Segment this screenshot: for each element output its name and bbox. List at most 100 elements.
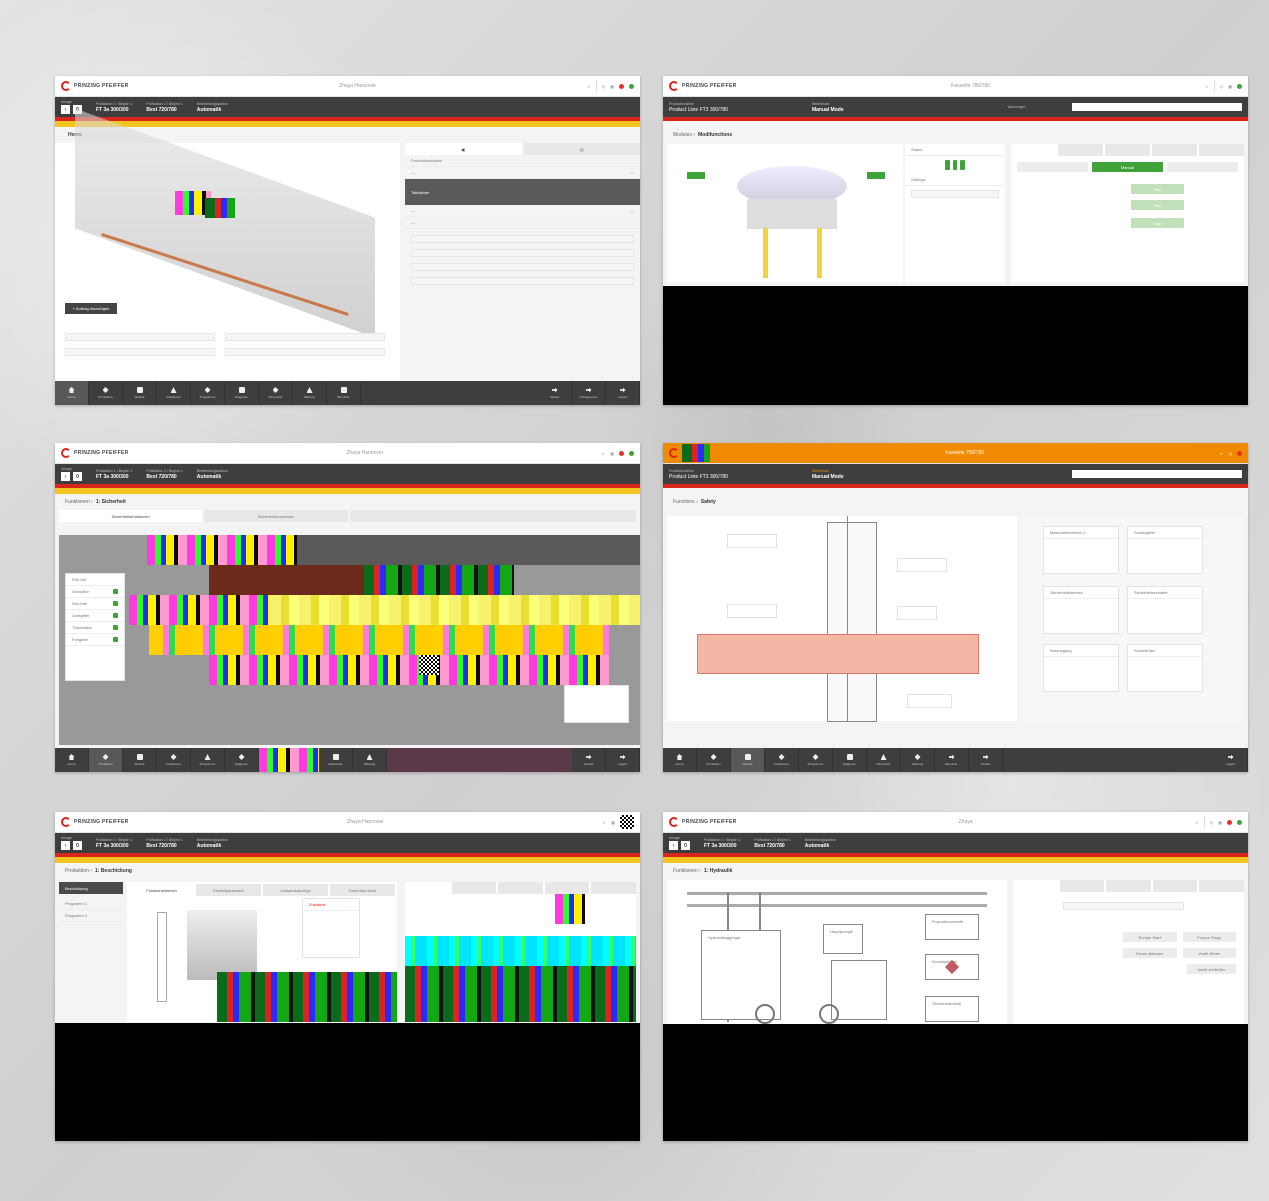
- nav-orders[interactable]: Auftragsverw.: [572, 381, 606, 405]
- tab-data[interactable]: Datenübersicht: [330, 884, 395, 896]
- nav-functions[interactable]: Funktionen: [157, 381, 191, 405]
- control-panel: Manual Start Start Start: [1011, 144, 1244, 282]
- sidebar-item-program-1[interactable]: Programm 1: [59, 898, 123, 910]
- arrow-left-icon[interactable]: [687, 172, 705, 179]
- layout-icon[interactable]: ▦: [1228, 84, 1232, 89]
- layout-icon[interactable]: ▦: [611, 820, 615, 825]
- nav-logout[interactable]: Logout: [606, 381, 640, 405]
- start-button-3[interactable]: Start: [1131, 218, 1184, 228]
- nav-maintenance[interactable]: Wartung: [901, 748, 935, 772]
- prev-button[interactable]: ‹: [61, 472, 70, 481]
- nav-diagnosis[interactable]: Diagnose: [225, 748, 259, 772]
- nav-programs[interactable]: Programme: [191, 748, 225, 772]
- tab-safety-proof[interactable]: Sicherheitsnachweis: [204, 510, 348, 522]
- safety-zone[interactable]: [697, 634, 979, 674]
- manual-button[interactable]: Manual: [1092, 162, 1163, 172]
- nav-programs[interactable]: Programme: [191, 381, 225, 405]
- layout-icon[interactable]: ▦: [610, 84, 614, 89]
- nav-functions[interactable]: Funktionen: [765, 748, 799, 772]
- start-button-2[interactable]: Start: [1131, 200, 1184, 210]
- tab-info[interactable]: ▣: [405, 143, 522, 155]
- nav-functions[interactable]: Funktionen: [157, 748, 191, 772]
- user-icon[interactable]: ☺: [1219, 451, 1223, 456]
- nav-production[interactable]: Produktion: [89, 748, 123, 772]
- start-button-1[interactable]: Start: [1131, 184, 1184, 194]
- nav-logout[interactable]: Logout: [1214, 748, 1248, 772]
- nav-home[interactable]: Home: [55, 381, 89, 405]
- prev-button[interactable]: ‹: [61, 105, 70, 114]
- nav-parameter[interactable]: Parameter: [319, 748, 353, 772]
- nav-modules[interactable]: Module: [123, 381, 157, 405]
- top-bar: PRINZING PFEIFFER Zhaya ☺ ◷ ▦: [663, 812, 1248, 833]
- add-order-button[interactable]: + Auftrag hinzufügen: [65, 303, 117, 314]
- tab-area[interactable]: Funktionsbereich: [129, 884, 194, 896]
- layout-icon[interactable]: ▦: [610, 451, 614, 456]
- nav-modules[interactable]: Module: [123, 748, 157, 772]
- user-icon[interactable]: ☺: [587, 84, 591, 89]
- sidebar-item-loading[interactable]: Beschickung: [59, 882, 123, 894]
- pump-symbol-icon: [755, 1004, 775, 1024]
- blacked-out-area: [55, 1023, 640, 1141]
- bottom-nav: Home Produktion Module Funktionen Progra…: [55, 381, 640, 405]
- user-icon[interactable]: ☺: [601, 451, 605, 456]
- breadcrumb: Functions › Safety: [673, 499, 716, 505]
- mode-box[interactable]: 0: [73, 472, 82, 481]
- loading-view[interactable]: Funktionsbereich Einstellparameter Zustand…: [127, 882, 397, 1022]
- nav-home[interactable]: Home: [663, 748, 697, 772]
- nav-programs[interactable]: Programme: [799, 748, 833, 772]
- pressure-release-button[interactable]: Druck abbauen: [1123, 948, 1177, 958]
- nav-home[interactable]: Home: [55, 748, 89, 772]
- user-icon[interactable]: ☺: [1205, 84, 1209, 89]
- hydraulic-schematic[interactable]: Hydraulikaggregat Hauptpumpe Proportiona…: [667, 880, 1007, 1024]
- alarm-indicator[interactable]: [619, 450, 624, 456]
- module-3d-view[interactable]: [667, 144, 903, 282]
- arrow-right-icon[interactable]: [867, 172, 885, 179]
- prev-button[interactable]: ‹: [61, 841, 70, 850]
- nav-users[interactable]: Benutzer: [327, 381, 361, 405]
- breadcrumb: Modules › Modifunctions: [673, 132, 733, 138]
- pump-stop-button[interactable]: Pumpe Stopp: [1182, 932, 1236, 942]
- nav-maintenance[interactable]: Wartung: [293, 381, 327, 405]
- mode-box[interactable]: 0: [73, 841, 82, 850]
- tab-safety-functions[interactable]: Sicherheitsfunktionen: [59, 510, 203, 522]
- nav-diagnosis[interactable]: Diagnose: [225, 381, 259, 405]
- program-sidebar: Beschickung Programm 1 Programm 2: [59, 882, 123, 1022]
- tab-data[interactable]: ▤: [523, 143, 640, 155]
- selected-row[interactable]: Taktzähler: [405, 179, 640, 205]
- machine-3d-view[interactable]: + Auftrag hinzufügen: [55, 108, 400, 381]
- nav-history[interactable]: Verlauf: [969, 748, 1003, 772]
- prev-button[interactable]: ‹: [669, 841, 678, 850]
- mode-box[interactable]: 0: [681, 841, 690, 850]
- nav-history[interactable]: Verlauf: [538, 381, 572, 405]
- alarm-indicator[interactable]: [1227, 819, 1232, 825]
- user-icon[interactable]: ☺: [1195, 820, 1199, 825]
- alarm-indicator[interactable]: [1237, 450, 1242, 456]
- nav-users[interactable]: Benutzer: [935, 748, 969, 772]
- valve-open-button[interactable]: Ventil öffnen: [1182, 948, 1236, 958]
- tab-settings[interactable]: Einstellparameter: [196, 884, 261, 896]
- tab-state[interactable]: Zustandsanzeige: [263, 884, 328, 896]
- nav-production[interactable]: Produktion: [697, 748, 731, 772]
- nav-diagnosis[interactable]: Diagnose: [833, 748, 867, 772]
- message-field[interactable]: [1072, 103, 1242, 111]
- brand-logo: PRINZING PFEIFFER: [61, 81, 129, 91]
- sidebar-item-program-2[interactable]: Programm 2: [59, 910, 123, 922]
- message-field[interactable]: [1072, 470, 1242, 478]
- top-bar: PRINZING PFEIFFER Zhaya Hannover ☺ ◷ ▦: [55, 76, 640, 97]
- pump-start-button[interactable]: Pumpe Start: [1123, 932, 1177, 942]
- nav-maintenance[interactable]: Wartung: [353, 748, 387, 772]
- layout-icon[interactable]: ▦: [1218, 820, 1222, 825]
- safety-diagram[interactable]: [667, 516, 1017, 722]
- clock-icon: ◷: [601, 83, 606, 89]
- status-indicator: [629, 450, 634, 456]
- nav-parameter[interactable]: Parameter: [259, 381, 293, 405]
- nav-modules[interactable]: Module: [731, 748, 765, 772]
- alarm-indicator[interactable]: [619, 83, 624, 89]
- valve-close-button[interactable]: Ventil schließen: [1187, 964, 1236, 974]
- nav-parameter[interactable]: Parameter: [867, 748, 901, 772]
- nav-logout[interactable]: Logout: [606, 748, 640, 772]
- nav-production[interactable]: Produktion: [89, 381, 123, 405]
- nav-history[interactable]: Verlauf: [572, 748, 606, 772]
- user-icon[interactable]: ☺: [602, 820, 606, 825]
- safety-layout-view[interactable]: Rob Auf Schutztür Not-Halt Lichtgitter T…: [59, 535, 640, 745]
